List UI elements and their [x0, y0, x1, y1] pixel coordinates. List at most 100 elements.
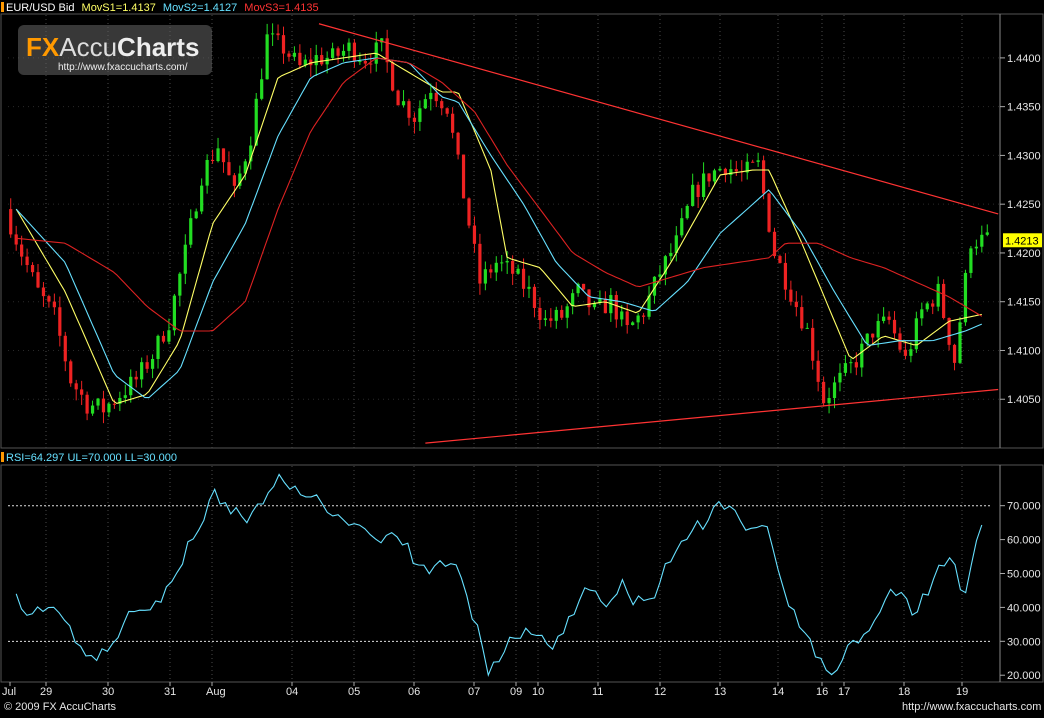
candle-body	[161, 335, 166, 342]
candle-body	[80, 389, 84, 395]
candle-body	[882, 316, 886, 322]
website-link[interactable]: http://www.fxaccucharts.com	[902, 701, 1041, 713]
candle-body	[980, 234, 984, 247]
candle-body	[167, 330, 171, 342]
candle-body	[620, 311, 624, 320]
copyright-text: © 2009 FX AccuCharts	[4, 701, 117, 713]
candle-body	[712, 170, 717, 182]
candle-body	[461, 154, 466, 199]
candle-body	[925, 303, 929, 310]
time-tick-label: 04	[286, 686, 298, 698]
candle-body	[849, 362, 853, 364]
candle-body	[331, 48, 335, 58]
candle-body	[341, 50, 346, 56]
candle-body	[756, 160, 760, 162]
price-panel-frame	[0, 13, 1044, 449]
time-tick-label: 14	[772, 686, 784, 698]
candle-body	[423, 99, 427, 109]
candle-body	[734, 169, 738, 172]
time-tick-label: 12	[654, 686, 666, 698]
candle-body	[631, 322, 635, 326]
candle-body	[472, 225, 477, 244]
candle-body	[985, 232, 989, 235]
candle-body	[571, 293, 575, 307]
candle-body	[887, 316, 891, 320]
time-tick-label: Jul	[2, 686, 16, 698]
candle-body	[581, 283, 586, 290]
candle-body	[489, 269, 493, 273]
rsi-tick-label: 60.000	[1007, 535, 1041, 547]
candle-body	[445, 108, 449, 114]
candle-body	[52, 301, 56, 308]
candle-body	[521, 268, 526, 289]
candle-body	[451, 113, 455, 133]
time-tick-label: 09	[510, 686, 522, 698]
candle-body	[90, 405, 95, 414]
candle-body	[701, 173, 706, 198]
candle-body	[505, 260, 509, 263]
candle-body	[369, 63, 373, 65]
candle-body	[969, 248, 973, 273]
rsi-header-marker	[1, 452, 4, 462]
candle-body	[625, 311, 629, 326]
candle-body	[931, 303, 935, 307]
candle-body	[511, 260, 515, 274]
price-tick-label: 1.4300	[1007, 150, 1041, 162]
candle-body	[952, 344, 957, 363]
candle-body	[871, 333, 875, 338]
candle-body	[478, 243, 482, 284]
candle-body	[69, 361, 73, 384]
candle-body	[527, 286, 531, 289]
candle-body	[761, 160, 766, 194]
time-tick-label: 31	[164, 686, 176, 698]
candle-body	[96, 398, 100, 406]
candle-body	[396, 90, 400, 106]
rsi-tick-label: 40.000	[1007, 602, 1041, 614]
candle-body	[41, 287, 46, 297]
candle-body	[336, 48, 340, 56]
candle-body	[401, 101, 406, 106]
ma1-label: MovS1=1.4137	[82, 2, 156, 14]
candle-body	[838, 372, 842, 383]
candle-body	[942, 283, 946, 318]
candle-body	[14, 234, 18, 245]
candle-body	[391, 62, 395, 91]
rsi-tick-label: 70.000	[1007, 501, 1041, 513]
candle-body	[134, 376, 138, 380]
candle-body	[549, 318, 553, 321]
candle-body	[456, 132, 460, 155]
candle-body	[565, 306, 569, 318]
candle-body	[805, 327, 809, 329]
time-tick-label: 16	[816, 686, 828, 698]
ma2-label: MovS2=1.4127	[163, 2, 237, 14]
candle-body	[407, 101, 411, 118]
forex-chart[interactable]: 1.4050 1.4100 1.4150 1.4200 1.4250 1.4300 1.43…	[0, 0, 1044, 718]
candle-body	[347, 42, 351, 51]
candle-body	[707, 173, 711, 182]
time-tick-label: 13	[714, 686, 726, 698]
candle-body	[963, 272, 968, 323]
candle-body	[603, 298, 607, 314]
logo-fx: FX	[26, 32, 60, 62]
candle-body	[189, 218, 193, 245]
candle-body	[936, 283, 940, 307]
candle-body	[178, 273, 182, 296]
symbol-label: EUR/USD Bid	[6, 2, 74, 14]
candle-body	[778, 256, 782, 263]
candle-body	[751, 161, 755, 163]
logo-url: http://www.fxaccucharts.com/	[58, 62, 188, 73]
time-tick-label: Aug	[206, 686, 226, 698]
candle-body	[20, 244, 24, 257]
time-tick-label: 17	[838, 686, 850, 698]
candle-body	[216, 148, 220, 162]
candle-body	[363, 61, 367, 64]
price-tick-label: 1.4050	[1007, 394, 1041, 406]
last-price-tag: 1.4213	[1003, 233, 1042, 248]
candle-body	[903, 349, 908, 356]
candle-body	[352, 42, 357, 62]
candle-body	[123, 395, 127, 398]
candle-body	[325, 57, 329, 65]
candle-body	[270, 33, 275, 35]
candle-body	[276, 33, 280, 36]
price-tick-label: 1.4250	[1007, 199, 1041, 211]
